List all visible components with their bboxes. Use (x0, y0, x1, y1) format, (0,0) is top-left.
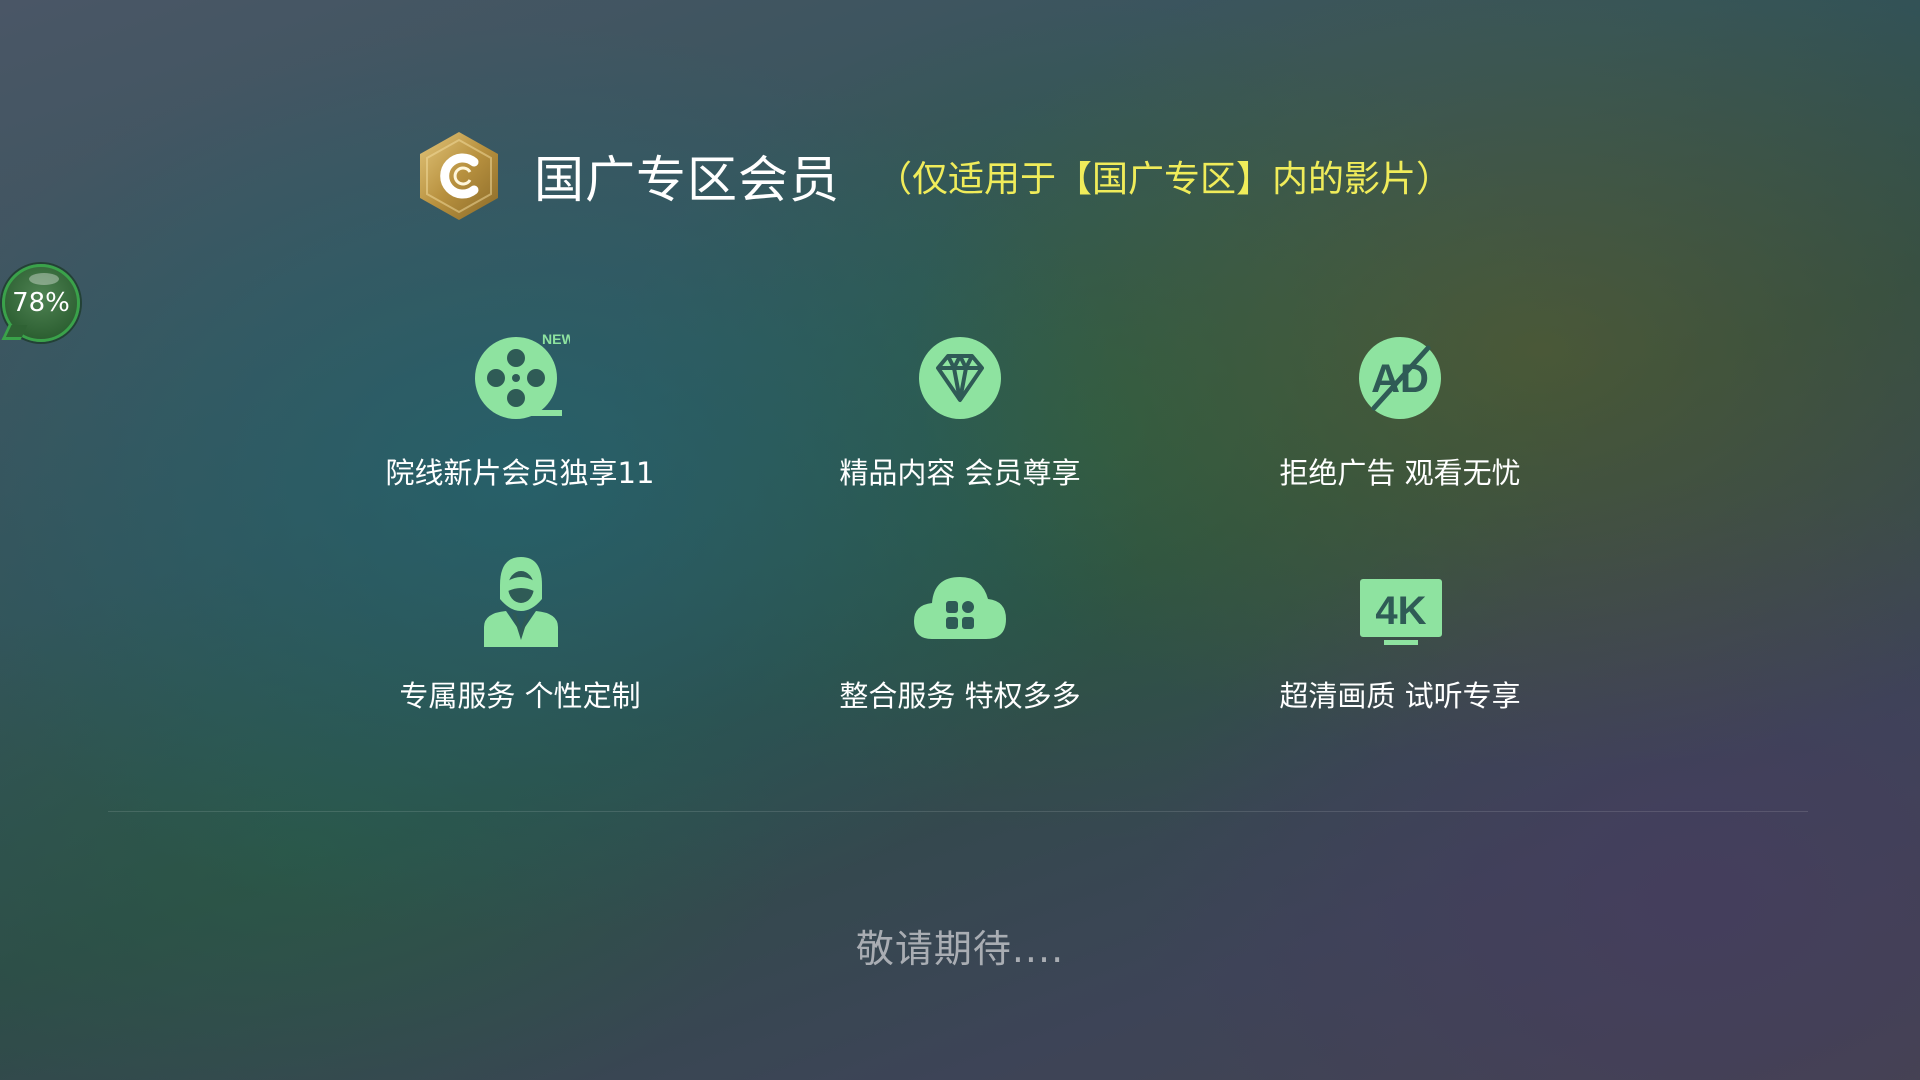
progress-percent: 78% (12, 288, 70, 318)
section-divider (108, 811, 1808, 812)
feature-no-ads: AD 拒绝广告 观看无忧 (1190, 332, 1610, 492)
feature-label: 整合服务 特权多多 (839, 679, 1081, 713)
feature-exclusive-service: 专属服务 个性定制 (310, 555, 730, 715)
feature-label: 院线新片会员独享11 (385, 456, 655, 490)
membership-header: 国广专区会员 （仅适用于【国广专区】内的影片） (418, 128, 1452, 224)
diamond-icon (919, 337, 1001, 419)
feature-label: 专属服务 个性定制 (399, 679, 641, 713)
no-ad-icon: AD (1359, 337, 1441, 419)
new-badge: NEW (542, 332, 570, 347)
page-title: 国广专区会员 (534, 151, 840, 209)
coming-soon-text: 敬请期待.... (855, 927, 1065, 971)
feature-new-films: NEW 院线新片会员独享11 (310, 332, 730, 492)
4k-label: 4K (1375, 589, 1426, 633)
feature-integrated-service: 整合服务 特权多多 (750, 555, 1170, 715)
gold-c-logo-icon (420, 132, 498, 220)
feature-label: 精品内容 会员尊享 (839, 456, 1081, 490)
cloud-apps-icon (914, 577, 1006, 639)
4k-tv-icon: 4K (1360, 579, 1442, 645)
customer-service-icon (484, 557, 558, 647)
feature-label: 拒绝广告 观看无忧 (1279, 456, 1521, 490)
feature-label: 超清画质 试听专享 (1279, 679, 1521, 713)
film-reel-new-icon: NEW (475, 332, 570, 419)
feature-premium-content: 精品内容 会员尊享 (750, 332, 1170, 492)
page-subtitle: （仅适用于【国广专区】内的影片） (876, 159, 1453, 200)
progress-badge[interactable]: 78% (2, 264, 80, 342)
feature-hd-quality: 4K 超清画质 试听专享 (1190, 555, 1610, 715)
